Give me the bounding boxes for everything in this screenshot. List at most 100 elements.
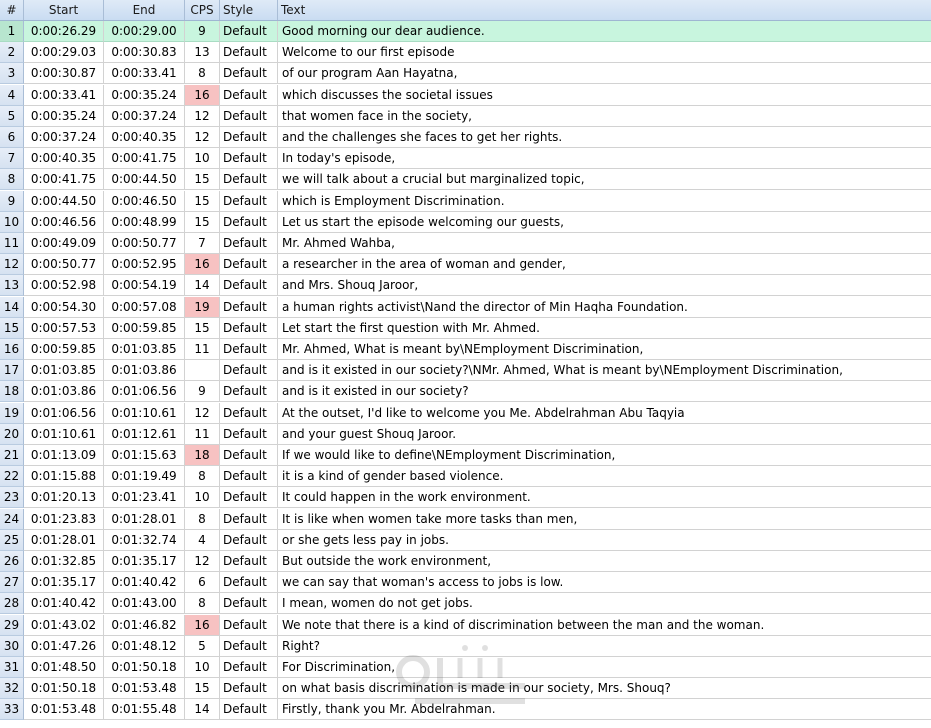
row-number[interactable]: 23 xyxy=(0,487,24,509)
column-header-number[interactable]: # xyxy=(0,0,24,20)
subtitle-row[interactable]: 27 0:01:35.17 0:01:40.42 6 Default we can say… xyxy=(0,572,931,594)
subtitle-row[interactable]: 25 0:01:28.01 0:01:32.74 4 Default or she get… xyxy=(0,529,931,551)
subtitle-row[interactable]: 15 0:00:57.53 0:00:59.85 15 Default Let start… xyxy=(0,317,931,339)
subtitle-row[interactable]: 24 0:01:23.83 0:01:28.01 8 Default It is like… xyxy=(0,508,931,530)
text-cell: Mr. Ahmed Wahba, xyxy=(278,233,931,254)
row-number[interactable]: 10 xyxy=(0,211,24,233)
cps-cell: 10 xyxy=(185,148,220,170)
subtitle-row[interactable]: 29 0:01:43.02 0:01:46.82 16 Default We note t… xyxy=(0,614,931,636)
subtitle-row[interactable]: 9 0:00:44.50 0:00:46.50 15 Default which is E… xyxy=(0,190,931,212)
subtitle-row[interactable]: 19 0:01:06.56 0:01:10.61 12 Default At the ou… xyxy=(0,402,931,424)
row-number[interactable]: 14 xyxy=(0,296,24,318)
subtitle-row[interactable]: 31 0:01:48.50 0:01:50.18 10 Default For Discr… xyxy=(0,657,931,678)
subtitle-row[interactable]: 26 0:01:32.85 0:01:35.17 12 Default But outsi… xyxy=(0,551,931,572)
row-number[interactable]: 15 xyxy=(0,317,24,339)
start-time-cell: 0:00:33.41 xyxy=(24,84,104,106)
cps-cell: 8 xyxy=(185,508,220,530)
subtitle-row[interactable]: 16 0:00:59.85 0:01:03.85 11 Default Mr. Ahmed… xyxy=(0,339,931,360)
subtitle-row[interactable]: 1 0:00:26.29 0:00:29.00 9 Default Good mornin… xyxy=(0,21,931,42)
row-number[interactable]: 17 xyxy=(0,360,24,382)
row-number[interactable]: 18 xyxy=(0,381,24,403)
subtitle-row[interactable]: 23 0:01:20.13 0:01:23.41 10 Default It could … xyxy=(0,487,931,509)
end-time-cell: 0:00:48.99 xyxy=(104,211,185,233)
subtitle-row[interactable]: 22 0:01:15.88 0:01:19.49 8 Default it is a ki… xyxy=(0,466,931,488)
end-time-cell: 0:01:48.12 xyxy=(104,635,185,657)
text-cell: Right? xyxy=(278,636,931,657)
style-cell: Default xyxy=(220,339,278,360)
row-number[interactable]: 19 xyxy=(0,402,24,424)
start-time-cell: 0:01:10.61 xyxy=(24,423,104,445)
row-number[interactable]: 21 xyxy=(0,445,24,466)
subtitle-row[interactable]: 30 0:01:47.26 0:01:48.12 5 Default Right? xyxy=(0,635,931,657)
start-time-cell: 0:00:49.09 xyxy=(24,233,104,254)
row-number[interactable]: 24 xyxy=(0,508,24,530)
subtitle-row[interactable]: 21 0:01:13.09 0:01:15.63 18 Default If we wou… xyxy=(0,445,931,466)
style-cell: Default xyxy=(220,105,278,127)
style-cell: Default xyxy=(220,466,278,488)
row-number[interactable]: 31 xyxy=(0,657,24,678)
text-cell: of our program Aan Hayatna, xyxy=(278,63,931,85)
row-number[interactable]: 22 xyxy=(0,466,24,488)
row-number[interactable]: 16 xyxy=(0,339,24,360)
subtitle-row[interactable]: 11 0:00:49.09 0:00:50.77 7 Default Mr. Ahmed … xyxy=(0,233,931,254)
text-cell: which is Employment Discrimination. xyxy=(278,191,931,212)
subtitle-row[interactable]: 17 0:01:03.85 0:01:03.86 Default and is it e… xyxy=(0,360,931,382)
row-number[interactable]: 29 xyxy=(0,614,24,636)
row-number[interactable]: 27 xyxy=(0,572,24,594)
style-cell: Default xyxy=(220,360,278,382)
end-time-cell: 0:01:10.61 xyxy=(104,402,185,424)
text-cell: Mr. Ahmed, What is meant by\NEmployment … xyxy=(278,339,931,360)
column-header-start[interactable]: Start xyxy=(24,0,104,20)
row-number[interactable]: 2 xyxy=(0,42,24,64)
style-cell: Default xyxy=(220,148,278,170)
row-number[interactable]: 33 xyxy=(0,699,24,721)
subtitle-row[interactable]: 3 0:00:30.87 0:00:33.41 8 Default of our prog… xyxy=(0,63,931,85)
row-number[interactable]: 26 xyxy=(0,551,24,572)
column-header-cps[interactable]: CPS xyxy=(185,0,220,20)
text-cell: Firstly, thank you Mr. Abdelrahman. xyxy=(278,699,931,721)
subtitle-row[interactable]: 13 0:00:52.98 0:00:54.19 14 Default and Mrs. … xyxy=(0,275,931,297)
subtitle-row[interactable]: 32 0:01:50.18 0:01:53.48 15 Default on what b… xyxy=(0,678,931,700)
start-time-cell: 0:01:40.42 xyxy=(24,593,104,615)
subtitle-row[interactable]: 28 0:01:40.42 0:01:43.00 8 Default I mean, wo… xyxy=(0,593,931,615)
column-header-text[interactable]: Text xyxy=(278,0,931,20)
cps-cell: 16 xyxy=(185,254,220,276)
subtitle-row[interactable]: 33 0:01:53.48 0:01:55.48 14 Default Firstly, … xyxy=(0,699,931,721)
subtitle-row[interactable]: 2 0:00:29.03 0:00:30.83 13 Default Welcome to… xyxy=(0,42,931,64)
row-number[interactable]: 25 xyxy=(0,529,24,551)
subtitle-row[interactable]: 5 0:00:35.24 0:00:37.24 12 Default that women… xyxy=(0,105,931,127)
text-cell: or she gets less pay in jobs. xyxy=(278,530,931,551)
subtitle-grid[interactable]: # Start End CPS Style Text 1 0:00:26.29 0:… xyxy=(0,0,931,728)
subtitle-row[interactable]: 14 0:00:54.30 0:00:57.08 19 Default a human r… xyxy=(0,296,931,318)
start-time-cell: 0:00:59.85 xyxy=(24,339,104,360)
row-number[interactable]: 7 xyxy=(0,148,24,170)
subtitle-row[interactable]: 10 0:00:46.56 0:00:48.99 15 Default Let us st… xyxy=(0,211,931,233)
row-number[interactable]: 32 xyxy=(0,678,24,700)
row-number[interactable]: 12 xyxy=(0,254,24,276)
row-number[interactable]: 4 xyxy=(0,84,24,106)
subtitle-row[interactable]: 20 0:01:10.61 0:01:12.61 11 Default and your … xyxy=(0,423,931,445)
end-time-cell: 0:00:40.35 xyxy=(104,127,185,148)
row-number[interactable]: 30 xyxy=(0,635,24,657)
subtitle-row[interactable]: 12 0:00:50.77 0:00:52.95 16 Default a researc… xyxy=(0,254,931,276)
row-number[interactable]: 5 xyxy=(0,105,24,127)
subtitle-row[interactable]: 4 0:00:33.41 0:00:35.24 16 Default which disc… xyxy=(0,84,931,106)
cps-cell: 8 xyxy=(185,466,220,488)
row-number[interactable]: 6 xyxy=(0,127,24,148)
row-number[interactable]: 13 xyxy=(0,275,24,297)
row-number[interactable]: 8 xyxy=(0,169,24,191)
row-number[interactable]: 20 xyxy=(0,423,24,445)
row-number[interactable]: 1 xyxy=(0,21,24,42)
style-cell: Default xyxy=(220,381,278,403)
row-number[interactable]: 9 xyxy=(0,190,24,212)
subtitle-row[interactable]: 6 0:00:37.24 0:00:40.35 12 Default and the ch… xyxy=(0,127,931,148)
subtitle-row[interactable]: 18 0:01:03.86 0:01:06.56 9 Default and is it … xyxy=(0,381,931,403)
column-header-end[interactable]: End xyxy=(104,0,185,20)
row-number[interactable]: 3 xyxy=(0,63,24,85)
subtitle-row[interactable]: 8 0:00:41.75 0:00:44.50 15 Default we will ta… xyxy=(0,169,931,191)
row-number[interactable]: 11 xyxy=(0,233,24,254)
column-header-style[interactable]: Style xyxy=(220,0,278,20)
cps-cell: 11 xyxy=(185,339,220,360)
subtitle-row[interactable]: 7 0:00:40.35 0:00:41.75 10 Default In today's… xyxy=(0,148,931,170)
row-number[interactable]: 28 xyxy=(0,593,24,615)
